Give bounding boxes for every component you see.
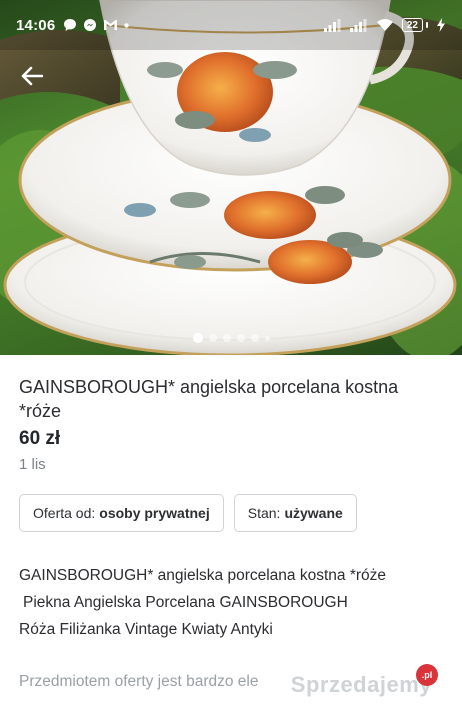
watermark-badge: .pl (416, 664, 438, 686)
messenger-icon (84, 19, 97, 31)
dot-icon (124, 22, 130, 28)
chip-value: używane (284, 505, 343, 521)
arrow-left-icon (21, 66, 43, 86)
carousel-dot[interactable] (192, 333, 203, 343)
listing-title: GAINSBOROUGH* angielska porcelana kostna… (19, 377, 399, 421)
listing-date: 1 lis (19, 456, 46, 473)
offer-from-chip[interactable]: Oferta od: osoby prywatnej (19, 494, 224, 532)
chip-label: Stan: (247, 505, 281, 521)
listing-attributes: Oferta od: osoby prywatnej Stan: używane (19, 494, 443, 532)
watermark-logo-text: Sprzedajemy (290, 672, 432, 697)
chip-label: Oferta od: (33, 505, 96, 521)
battery-level: 22 (401, 18, 423, 32)
listing-details: GAINSBOROUGH* angielska porcelana kostna… (0, 355, 462, 643)
back-button[interactable] (16, 62, 48, 90)
carousel-dot[interactable] (208, 334, 217, 342)
wifi-icon (376, 19, 393, 31)
listing-price: 60 zł (19, 428, 61, 449)
chip-value: osoby prywatnej (99, 505, 210, 521)
watermark: Sprzedajemy .pl (290, 664, 438, 698)
status-bar: 14:06 22 (0, 0, 462, 50)
teacup-photo (0, 0, 462, 355)
signal-icon (349, 19, 367, 32)
status-time: 14:06 (16, 16, 56, 34)
description-preview-faded: Przedmiotem oferty jest bardzo ele (19, 673, 259, 690)
carousel-dot[interactable] (264, 335, 270, 341)
description-line: Róża Filiżanka Vintage Kwiaty Antyki (19, 621, 273, 638)
description-line: GAINSBOROUGH* angielska porcelana kostna… (19, 567, 386, 584)
carousel-dot[interactable] (236, 334, 245, 342)
listing-description: GAINSBOROUGH* angielska porcelana kostna… (19, 562, 443, 643)
gmail-icon (104, 20, 118, 30)
chat-bubble-icon (64, 19, 77, 31)
charging-icon (437, 18, 445, 32)
condition-chip[interactable]: Stan: używane (233, 494, 357, 532)
battery-icon: 22 (401, 18, 428, 32)
description-line: Piekna Angielska Porcelana GAINSBOROUGH (23, 594, 348, 611)
carousel-dot[interactable] (222, 334, 231, 342)
carousel-dot[interactable] (250, 334, 259, 342)
signal-icon (323, 19, 341, 32)
listing-photo[interactable]: 14:06 22 (0, 0, 462, 355)
carousel-dots (0, 333, 462, 343)
